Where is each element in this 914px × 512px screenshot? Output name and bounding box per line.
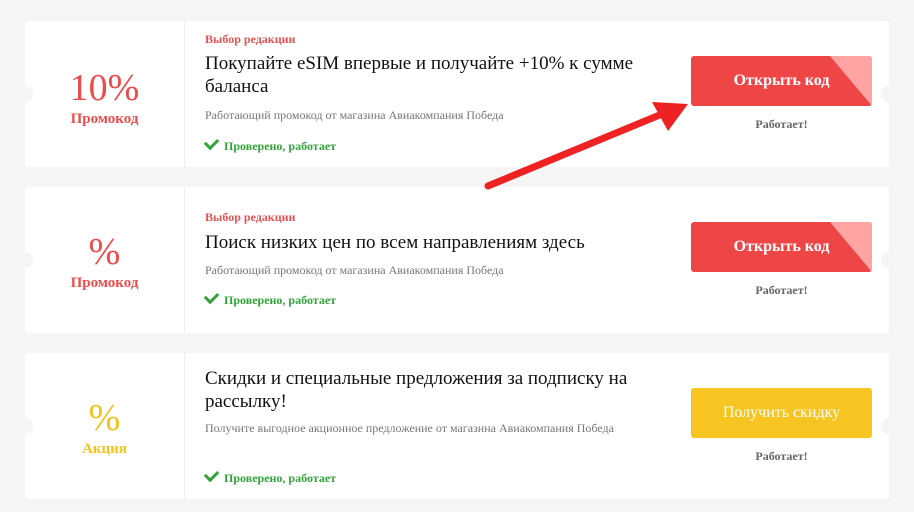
verified-status: Проверено, работает [203, 288, 337, 308]
offer-actions: Открыть код Работает! [691, 21, 873, 167]
verified-status: Проверено, работает [203, 466, 337, 486]
checkmark-icon [203, 466, 220, 483]
button-label: Открыть код [733, 72, 830, 89]
offer-details: Выбор редакции Поиск низких цен по всем … [203, 187, 645, 333]
offer-title[interactable]: Поиск низких цен по всем направлениям зд… [205, 231, 585, 254]
offer-list: 10% Промокод Выбор редакции Покупайте eS… [17, 21, 897, 512]
works-status: Работает! [755, 283, 808, 297]
offer-details: Выбор редакции Покупайте eSIM впервые и … [203, 21, 645, 167]
code-peek-corner [830, 56, 872, 106]
offer-amount: % [88, 397, 121, 439]
offer-description: Получите выгодное акционное предложение … [205, 421, 614, 435]
offer-type-label: Промокод [70, 111, 139, 127]
offer-description: Работающий промокод от магазина Авиакомп… [205, 263, 504, 277]
works-status: Работает! [755, 117, 808, 131]
open-code-button[interactable]: Открыть код [691, 56, 872, 106]
offer-badge: 10% Промокод [25, 21, 185, 167]
offer-type-label: Акция [82, 441, 127, 457]
works-status: Работает! [755, 449, 808, 463]
offer-title[interactable]: Скидки и специальные предложения за подп… [205, 367, 645, 413]
offer-amount: % [88, 231, 121, 273]
get-discount-button[interactable]: Получить скидку [691, 388, 872, 438]
verified-label: Проверено, работает [224, 471, 337, 485]
offer-badge: % Промокод [25, 187, 185, 333]
checkmark-icon [203, 134, 220, 151]
offer-title[interactable]: Покупайте eSIM впервые и получайте +10% … [205, 52, 645, 98]
offer-card: % Акция Скидки и специальные предложения… [17, 353, 897, 499]
offer-actions: Открыть код Работает! [691, 187, 873, 333]
verified-status: Проверено, работает [203, 134, 337, 154]
verified-label: Проверено, работает [224, 139, 337, 153]
open-code-button[interactable]: Открыть код [691, 222, 872, 272]
offer-type-label: Промокод [70, 275, 139, 291]
offer-description: Работающий промокод от магазина Авиакомп… [205, 108, 504, 122]
button-label: Получить скидку [722, 404, 841, 421]
verified-label: Проверено, работает [224, 293, 337, 307]
checkmark-icon [203, 288, 220, 305]
offer-amount: 10% [69, 67, 140, 109]
offer-actions: Получить скидку Работает! [691, 353, 873, 499]
offer-card: % Промокод Выбор редакции Поиск низких ц… [17, 187, 897, 333]
editors-choice-tag: Выбор редакции [205, 32, 296, 46]
offer-details: Скидки и специальные предложения за подп… [203, 353, 645, 499]
code-peek-corner [830, 222, 872, 272]
editors-choice-tag: Выбор редакции [205, 210, 296, 224]
offer-badge: % Акция [25, 353, 185, 499]
offer-card: 10% Промокод Выбор редакции Покупайте eS… [17, 21, 897, 167]
button-label: Открыть код [733, 238, 830, 255]
